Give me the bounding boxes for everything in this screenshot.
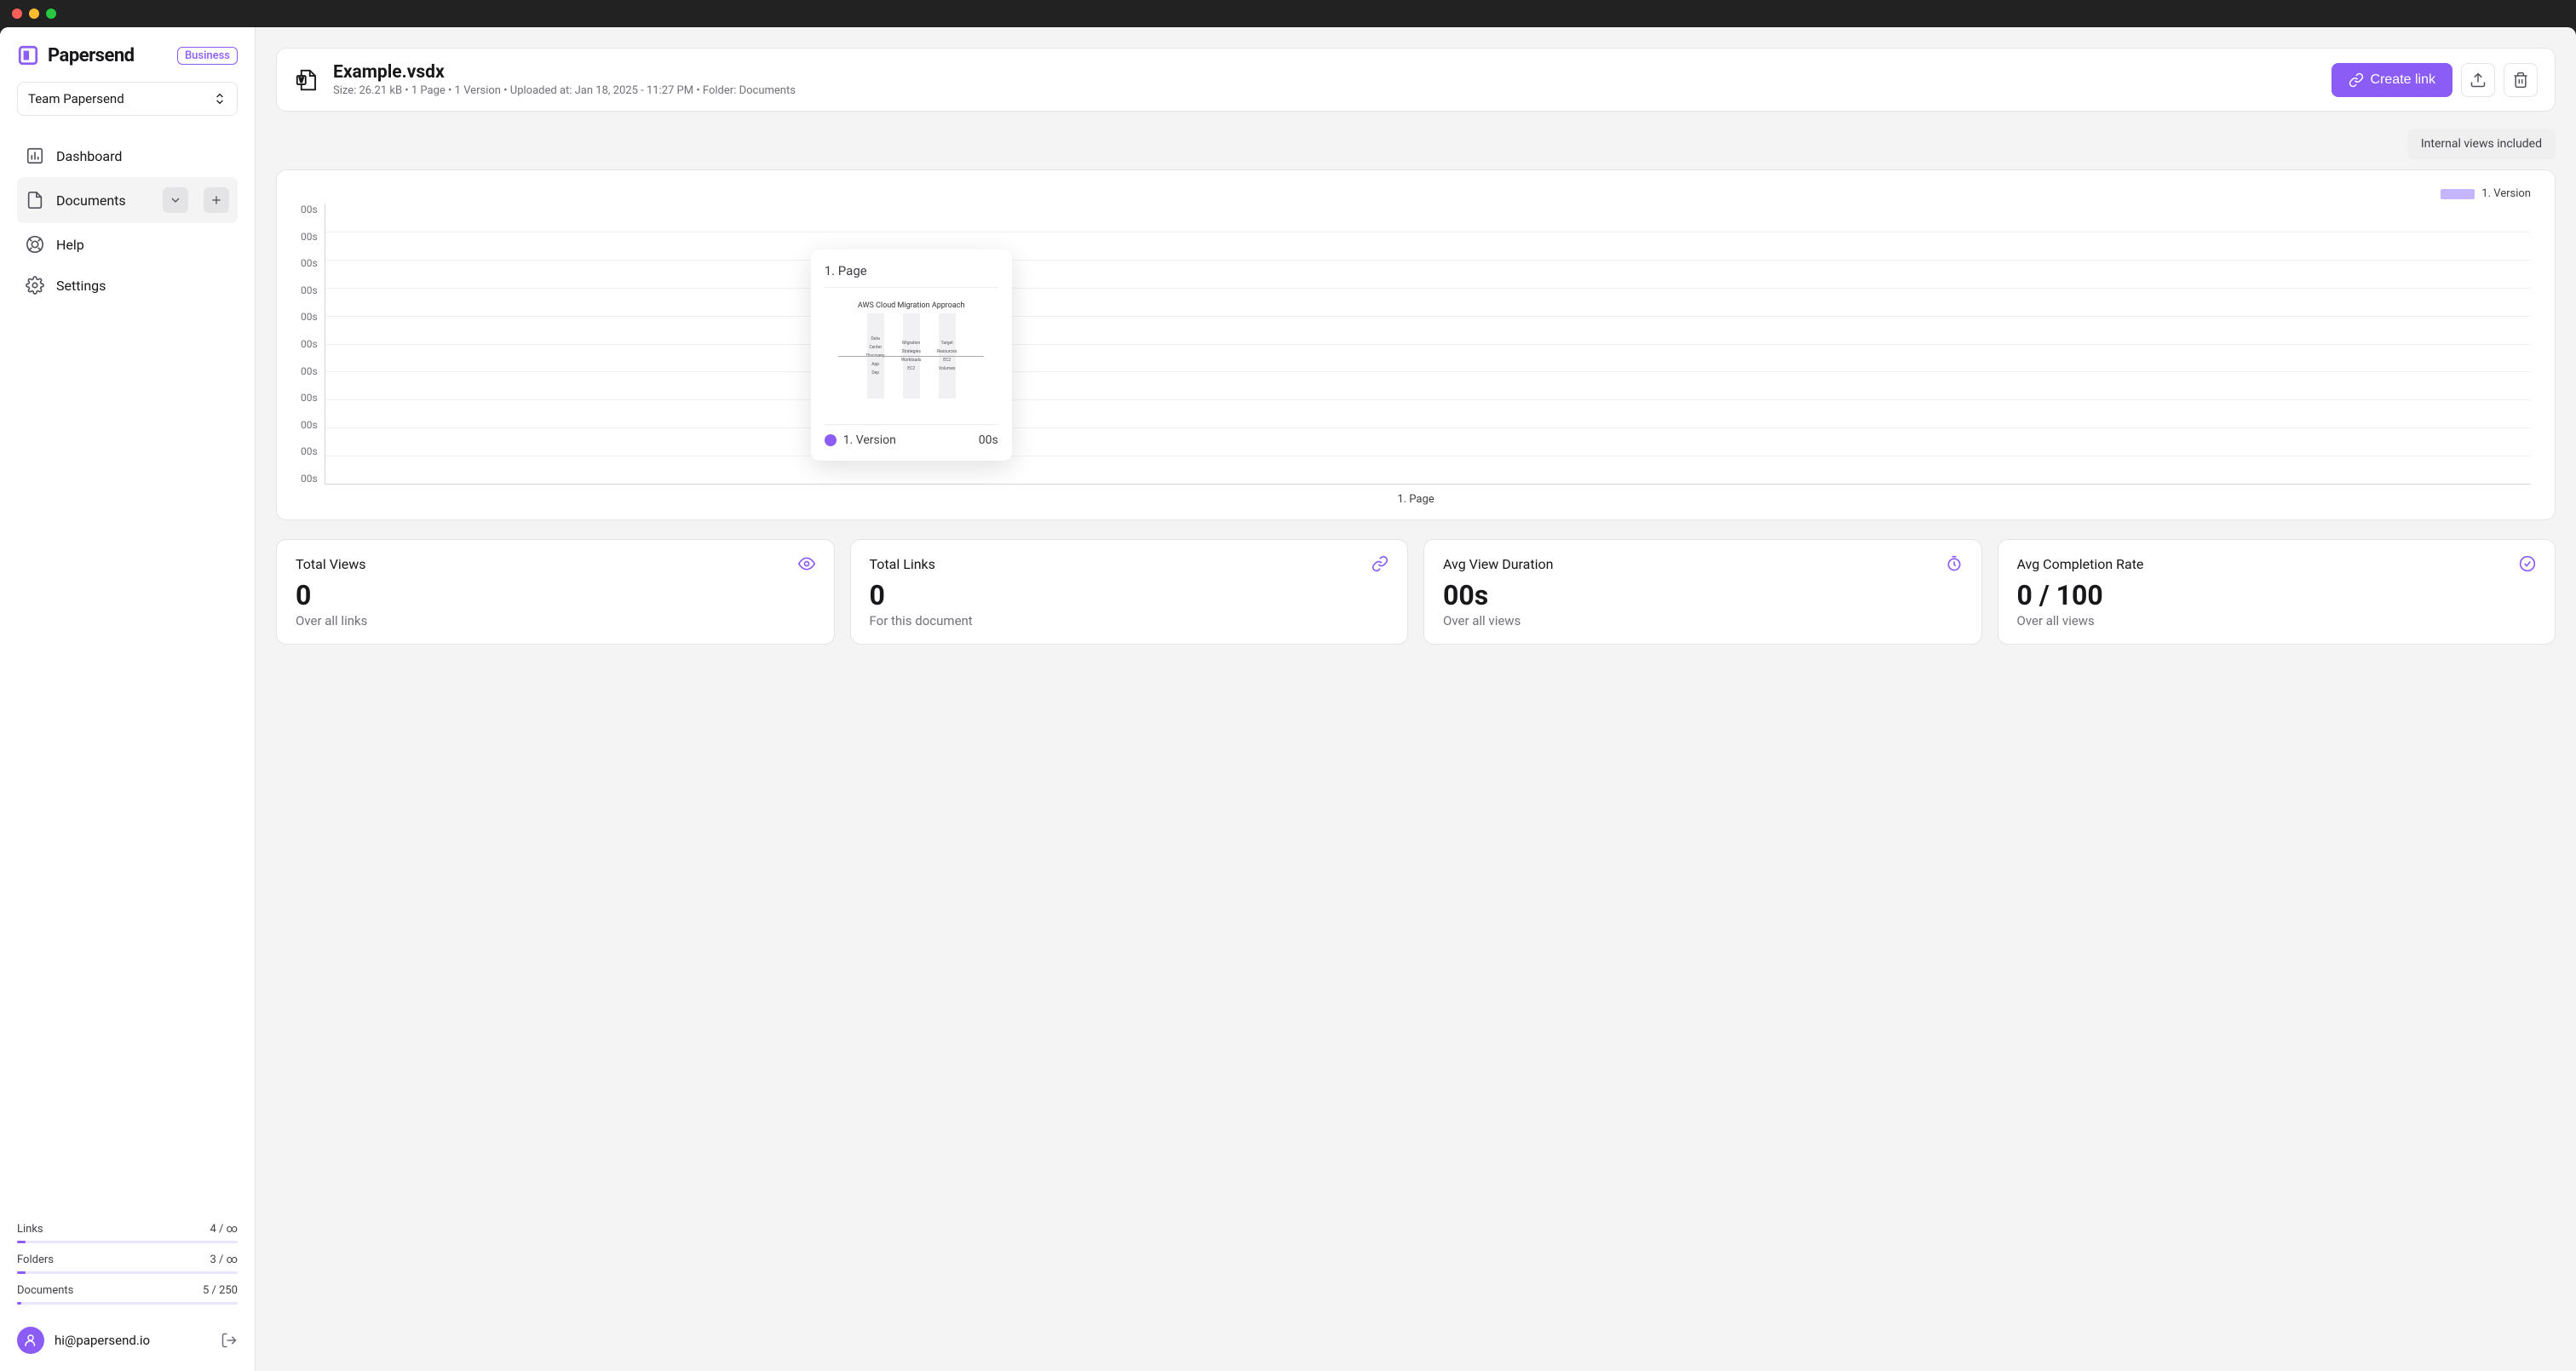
create-link-button[interactable]: Create link (2332, 63, 2452, 97)
team-selector-label: Team Papersend (28, 91, 124, 106)
team-selector[interactable]: Team Papersend (17, 82, 238, 116)
sidebar-item-documents[interactable]: Documents (17, 177, 238, 223)
bar-chart-icon (26, 146, 44, 165)
link-icon (1371, 555, 1389, 572)
help-icon (26, 235, 44, 254)
window-titlebar (0, 0, 2576, 27)
chart-x-label: 1. Page (301, 485, 2531, 506)
chart-y-axis: 00s 00s 00s 00s 00s 00s 00s 00s 00s 00s … (301, 204, 325, 485)
create-link-label: Create link (2371, 72, 2435, 88)
internal-views-toggle[interactable]: Internal views included (2407, 129, 2556, 159)
sidebar-item-settings[interactable]: Settings (17, 266, 238, 305)
legend-label: 1. Version (2481, 187, 2531, 200)
stat-total-links: Total Links 0 For this document (850, 539, 1409, 645)
chart-tooltip: 1. Page AWS Cloud Migration Approach Dat… (811, 250, 1012, 461)
usage-links: Links4 / ∞ (17, 1219, 238, 1243)
stat-avg-duration: Avg View Duration 00s Over all views (1423, 539, 1982, 645)
tooltip-series-value: 00s (979, 433, 998, 447)
gear-icon (26, 276, 44, 295)
plan-badge: Business (177, 47, 238, 65)
tooltip-title: 1. Page (825, 263, 998, 288)
chevron-up-down-icon (213, 92, 227, 106)
usage-documents: Documents5 / 250 (17, 1281, 238, 1305)
usage-folders: Folders3 / ∞ (17, 1250, 238, 1274)
visio-file-icon: V (294, 67, 319, 93)
minimize-window-button[interactable] (29, 9, 39, 19)
chart-plot-area[interactable]: 1. Page AWS Cloud Migration Approach Dat… (325, 204, 2531, 485)
main-content: V Example.vsdx Size: 26.21 kB • 1 Page •… (256, 27, 2576, 1371)
user-email: hi@papersend.io (55, 1333, 210, 1348)
brand-logo-icon (17, 44, 39, 66)
sidebar-item-dashboard[interactable]: Dashboard (17, 136, 238, 175)
document-meta: Size: 26.21 kB • 1 Page • 1 Version • Up… (333, 84, 796, 97)
tooltip-series-dot (825, 434, 837, 446)
tooltip-series-name: 1. Version (843, 433, 972, 447)
close-window-button[interactable] (12, 9, 22, 19)
svg-text:V: V (299, 76, 303, 83)
add-document-button[interactable] (204, 187, 229, 213)
stat-completion-rate: Avg Completion Rate 0 / 100 Over all vie… (1998, 539, 2556, 645)
sidebar-item-help[interactable]: Help (17, 225, 238, 264)
logout-button[interactable] (221, 1332, 238, 1349)
sidebar-item-label: Settings (56, 278, 106, 294)
maximize-window-button[interactable] (46, 9, 56, 19)
legend-swatch (2441, 189, 2475, 199)
user-avatar[interactable] (17, 1327, 44, 1354)
brand-name: Papersend (48, 45, 169, 66)
sidebar-item-label: Help (56, 237, 84, 253)
engagement-chart: 1. Version 00s 00s 00s 00s 00s 00s 00s 0… (276, 169, 2556, 520)
document-title: Example.vsdx (333, 62, 796, 83)
upload-button[interactable] (2461, 63, 2495, 97)
sidebar-item-label: Dashboard (56, 148, 122, 164)
document-icon (26, 191, 44, 209)
delete-button[interactable] (2504, 63, 2538, 97)
expand-documents-button[interactable] (163, 187, 188, 213)
eye-icon (798, 555, 815, 572)
check-circle-icon (2519, 555, 2536, 572)
sidebar: Papersend Business Team Papersend Dashbo… (0, 27, 256, 1371)
link-icon (2349, 72, 2364, 88)
sidebar-item-label: Documents (56, 192, 126, 209)
document-header: V Example.vsdx Size: 26.21 kB • 1 Page •… (276, 48, 2556, 112)
tooltip-thumbnail: AWS Cloud Migration Approach DataCenterD… (825, 296, 998, 416)
stat-total-views: Total Views 0 Over all links (276, 539, 835, 645)
stopwatch-icon (1946, 555, 1963, 572)
